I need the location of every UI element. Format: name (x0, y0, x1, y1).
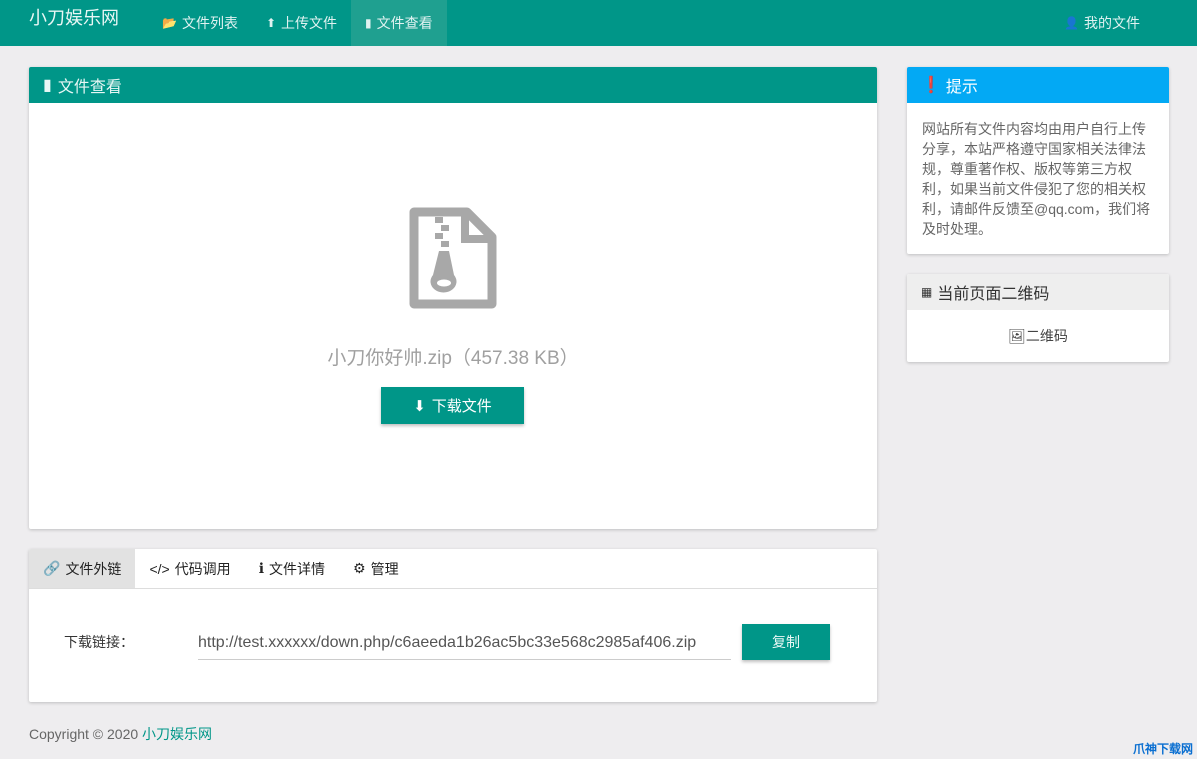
notice-card: ❗ 提示 网站所有文件内容均由用户自行上传分享，本站严格遵守国家相关法律法规，尊重… (907, 67, 1169, 254)
qrcode-card: ▦ 当前页面二维码 🖼二维码 (907, 274, 1169, 362)
card-title: 文件查看 (57, 79, 122, 96)
tab-code[interactable]: </> 代码调用 (135, 549, 244, 588)
tab-file-link[interactable]: 🔗 文件外链 (29, 549, 136, 588)
file-tabs-card: 🔗文件外链 </>代码调用 ℹ文件详情 ⚙管理 下载链接： 复制 (29, 549, 877, 702)
download-link-row: 下载链接： 复制 (64, 624, 830, 660)
card-header: ▦ 当前页面二维码 (907, 274, 1169, 310)
download-button[interactable]: ⬇ 下载文件 (381, 387, 524, 424)
download-icon: ⬇ (413, 397, 426, 415)
tab-manage[interactable]: ⚙ 管理 (339, 549, 413, 588)
nav-label: 文件查看 (376, 15, 433, 31)
file-icon: ▮ (43, 77, 52, 94)
file-view-card: ▮ 文件查看 小刀你好帅.zip（457.38 KB） ⬇ 下载文件 (29, 67, 877, 529)
tab-label: 代码调用 (174, 560, 231, 577)
upload-icon: ⬆ (265, 16, 277, 30)
tab-label: 管理 (370, 560, 399, 577)
folder-open-icon: 📂 (162, 16, 177, 30)
tab-bar: 🔗 文件外链 </> 代码调用 ℹ 文件详情 ⚙ 管理 (29, 549, 877, 589)
qrcode-alt: 二维码 (1025, 328, 1068, 344)
tab-label: 文件详情 (269, 560, 326, 577)
notice-text: 网站所有文件内容均由用户自行上传分享，本站严格遵守国家相关法律法规，尊重著作权、… (922, 121, 1151, 237)
nav-file-view[interactable]: ▮ 文件查看 (351, 0, 447, 46)
download-link-input[interactable] (198, 624, 731, 660)
qrcode-icon: ▦ (921, 285, 933, 299)
info-icon: ℹ (258, 560, 265, 576)
tab-label: 文件外链 (65, 560, 122, 577)
watermark: 爪神下载网 (1132, 742, 1193, 756)
user-icon: 👤 (1064, 16, 1079, 30)
file-icon: ▮ (365, 16, 372, 30)
file-name: 小刀你好帅.zip（457.38 KB） (327, 348, 579, 369)
nav-label: 我的文件 (1084, 15, 1140, 31)
nav-file-list[interactable]: 📂 文件列表 (148, 0, 252, 46)
footer-site-link[interactable]: 小刀娱乐网 (142, 726, 212, 742)
card-header: ❗ 提示 (907, 67, 1169, 103)
footer: Copyright © 2020 小刀娱乐网 (29, 724, 212, 744)
top-navbar: 小刀娱乐网 📂 文件列表 ⬆ 上传文件 ▮ 文件查看 👤 我的文件 (0, 0, 1197, 46)
download-link-label: 下载链接： (64, 634, 134, 650)
brand-logo[interactable]: 小刀娱乐网 (0, 0, 148, 46)
download-label: 下载文件 (431, 398, 492, 415)
card-header: ▮ 文件查看 (29, 67, 877, 103)
zip-file-icon (409, 207, 497, 309)
copy-button[interactable]: 复制 (742, 624, 830, 660)
copyright-text: Copyright © 2020 (29, 726, 143, 742)
nav-label: 文件列表 (181, 15, 238, 31)
code-icon: </> (149, 560, 170, 577)
exclamation-circle-icon: ❗ (921, 77, 941, 94)
nav-upload[interactable]: ⬆ 上传文件 (252, 0, 351, 46)
tab-details[interactable]: ℹ 文件详情 (245, 549, 339, 588)
card-title: 当前页面二维码 (937, 286, 1050, 303)
link-icon: 🔗 (43, 560, 61, 576)
card-title: 提示 (945, 79, 978, 96)
gear-icon: ⚙ (353, 560, 366, 576)
nav-my-files[interactable]: 👤 我的文件 (1050, 0, 1154, 46)
broken-image-icon: 🖼 (1008, 328, 1026, 344)
qrcode-image: 🖼二维码 (907, 310, 1169, 346)
nav-label: 上传文件 (281, 15, 338, 31)
